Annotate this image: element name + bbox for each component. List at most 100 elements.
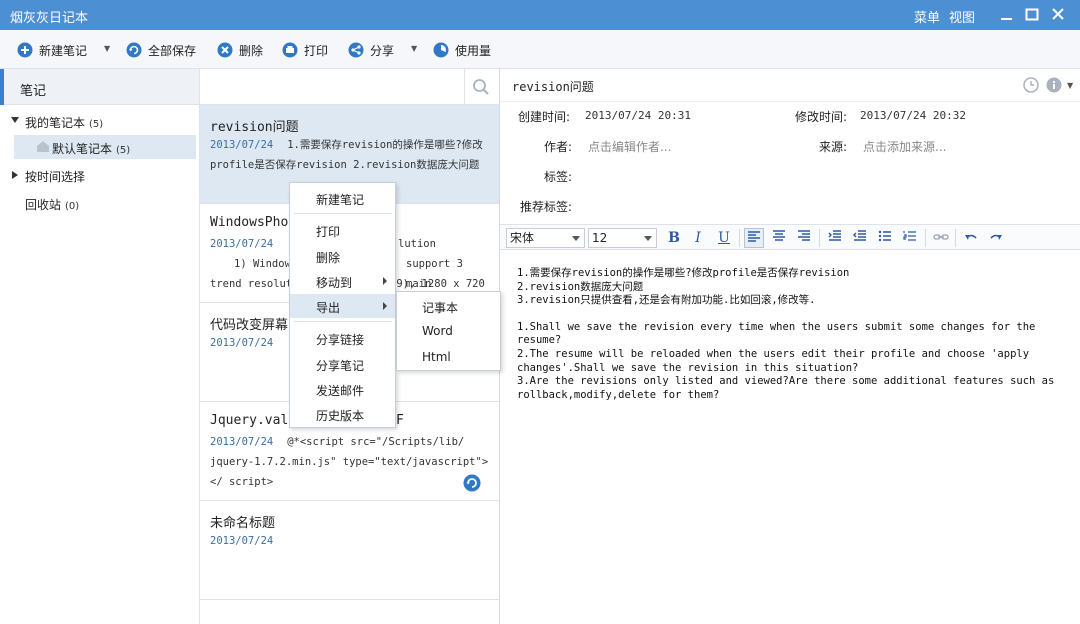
recycle-bin-label: 回收站 [25, 198, 62, 212]
menu-item-export[interactable]: 导出 [290, 294, 395, 318]
expand-arrow-icon[interactable] [11, 117, 19, 123]
bold-button[interactable]: B [664, 228, 684, 248]
note-date: 2013/07/24 [210, 535, 274, 547]
note-snippet: lution [398, 238, 436, 250]
share-dropdown-icon[interactable]: ▼ [411, 44, 417, 53]
menu-item-export-html[interactable]: Html [397, 344, 500, 369]
font-size-select[interactable]: 12 [588, 228, 657, 248]
collapse-arrow-icon[interactable] [12, 171, 18, 179]
note-preview: 2013/07/24 @*<script src="/Scripts/lib/ j… [210, 432, 492, 492]
share-label: 分享 [370, 43, 395, 58]
note-item[interactable]: 未命名标题 2013/07/24 [200, 501, 499, 600]
clock-icon[interactable] [1023, 77, 1039, 93]
underline-button[interactable]: U [714, 228, 734, 248]
search-box [200, 69, 500, 105]
italic-button[interactable]: I [688, 228, 708, 248]
minimize-icon[interactable] [996, 4, 1018, 26]
maximize-icon[interactable] [1021, 4, 1043, 26]
note-title-input[interactable]: revision问题 [512, 78, 594, 95]
context-menu: 新建笔记 打印 删除 移动到 导出 分享链接 分享笔记 发送邮件 历史版本 [289, 182, 396, 428]
delete-icon [217, 42, 233, 58]
font-family-select[interactable]: 宋体 [506, 228, 585, 248]
content-line: 1.Shall we save the revision every time … [517, 320, 1036, 347]
outdent-icon[interactable] [850, 228, 870, 248]
note-date: 2013/07/24 [210, 337, 274, 349]
menu-item-export-word[interactable]: Word [397, 318, 500, 343]
tags-label: 标签: [544, 170, 573, 184]
modified-value: 2013/07/24 20:32 [860, 109, 966, 122]
menu-item-new-note[interactable]: 新建笔记 [290, 186, 395, 210]
numbered-list-icon[interactable] [900, 228, 920, 248]
tree-item-my-notebooks[interactable]: 我的笔记本 (5) [0, 109, 199, 133]
new-note-button[interactable]: 新建笔记 [17, 40, 87, 60]
created-label: 创建时间: [518, 110, 571, 124]
submenu-arrow-icon [383, 277, 387, 285]
tree-item-recycle-bin[interactable]: 回收站 (0) [0, 191, 199, 215]
info-dropdown-icon[interactable]: ▼ [1067, 81, 1073, 90]
delete-button[interactable]: 删除 [217, 40, 263, 60]
home-icon [37, 141, 49, 152]
source-field[interactable]: 点击添加来源... [863, 138, 946, 155]
align-center-icon[interactable] [769, 228, 789, 248]
indent-icon[interactable] [825, 228, 845, 248]
export-submenu: 记事本 Word Html [396, 291, 501, 371]
pie-chart-icon [433, 42, 449, 58]
chevron-down-icon [572, 236, 580, 241]
close-icon[interactable] [1047, 4, 1069, 26]
note-title-tail: F [396, 413, 404, 428]
menu-item-share-link[interactable]: 分享链接 [290, 326, 395, 350]
menu-item-move-to[interactable]: 移动到 [290, 269, 395, 293]
chevron-down-icon [644, 236, 652, 241]
search-icon[interactable] [472, 78, 490, 96]
menu-item-send-mail[interactable]: 发送邮件 [290, 377, 395, 401]
modified-label: 修改时间: [795, 110, 848, 124]
note-snippet: 1) Window [234, 258, 291, 270]
share-button[interactable]: 分享 [348, 40, 394, 60]
title-bar: 烟灰灰日记本 菜单 视图 [0, 0, 1080, 30]
share-icon [348, 42, 364, 58]
new-note-dropdown-icon[interactable]: ▼ [104, 44, 110, 53]
recommended-tags-label: 推荐标签: [520, 200, 573, 214]
tags-field[interactable] [580, 163, 1070, 185]
content-line: 3.revision只提供查看,还是会有附加功能.比如回滚,修改等. [517, 294, 816, 307]
content-line: 1.需要保存revision的操作是哪些?修改profile是否保存revisi… [517, 267, 850, 279]
undo-icon[interactable] [961, 228, 981, 248]
note-date: 2013/07/24 [210, 238, 274, 250]
content-line: 2.revision数据庞大问题 [517, 280, 644, 293]
link-icon[interactable] [931, 228, 951, 248]
note-title: Jquery.vali [210, 413, 297, 428]
search-input[interactable] [200, 69, 465, 104]
print-icon [282, 42, 298, 58]
redo-icon[interactable] [986, 228, 1006, 248]
note-title: revision问题 [210, 120, 299, 135]
by-time-label: 按时间选择 [25, 170, 86, 184]
menu-item-history[interactable]: 历史版本 [290, 402, 395, 426]
align-right-icon[interactable] [794, 228, 814, 248]
menu-item-export-notepad[interactable]: 记事本 [397, 293, 500, 318]
bullet-list-icon[interactable] [875, 228, 895, 248]
sync-icon[interactable] [463, 474, 481, 492]
usage-button[interactable]: 使用量 [433, 40, 491, 60]
plus-circle-icon [17, 42, 33, 58]
author-field[interactable]: 点击编辑作者... [588, 138, 671, 155]
menu-button[interactable]: 菜单 [914, 7, 940, 26]
print-button[interactable]: 打印 [282, 40, 328, 60]
print-label: 打印 [304, 43, 329, 58]
align-left-icon[interactable] [744, 228, 764, 248]
note-content[interactable]: 1.需要保存revision的操作是哪些?修改profile是否保存revisi… [517, 267, 1067, 402]
view-button[interactable]: 视图 [949, 7, 975, 26]
tree-item-default-notebook[interactable]: 默认笔记本 (5) [14, 135, 196, 159]
font-family-value: 宋体 [510, 231, 535, 245]
info-icon[interactable] [1046, 77, 1062, 93]
note-preview: 2013/07/24 1.需要保存revision的操作是哪些?修改profile… [210, 135, 492, 175]
tree-item-by-time[interactable]: 按时间选择 [0, 163, 199, 187]
menu-item-print[interactable]: 打印 [290, 218, 395, 242]
menu-item-share-note[interactable]: 分享笔记 [290, 352, 395, 376]
menu-item-delete[interactable]: 删除 [290, 244, 395, 268]
toolbar-separator [819, 229, 820, 247]
divider [500, 101, 1080, 102]
note-date: 2013/07/24 [210, 139, 274, 151]
sidebar-accent-bar [0, 69, 4, 105]
my-notebooks-label: 我的笔记本 [25, 116, 86, 130]
save-all-button[interactable]: 全部保存 [126, 40, 196, 60]
